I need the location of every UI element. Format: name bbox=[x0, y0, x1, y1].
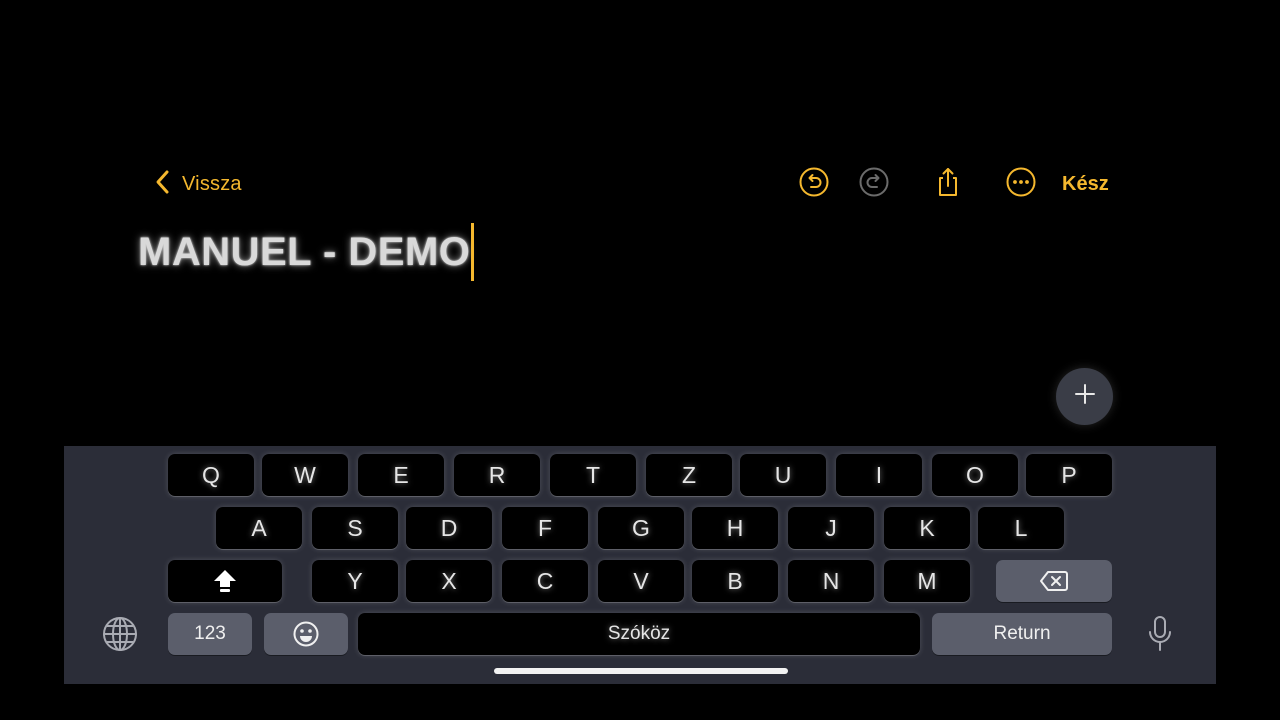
note-title: MANUEL - DEMO bbox=[138, 229, 471, 274]
key-k[interactable]: K bbox=[884, 507, 970, 549]
microphone-icon bbox=[1146, 615, 1174, 658]
undo-button[interactable] bbox=[798, 166, 830, 203]
undo-icon bbox=[798, 166, 830, 203]
more-icon bbox=[1005, 166, 1037, 203]
key-s[interactable]: S bbox=[312, 507, 398, 549]
shift-key[interactable] bbox=[168, 560, 282, 602]
key-a[interactable]: A bbox=[216, 507, 302, 549]
key-i[interactable]: I bbox=[836, 454, 922, 496]
key-b[interactable]: B bbox=[692, 560, 778, 602]
done-button[interactable]: Kész bbox=[1062, 168, 1109, 200]
back-label: Vissza bbox=[182, 172, 242, 195]
note-title-field[interactable]: MANUEL - DEMO bbox=[138, 222, 475, 282]
dictation-button[interactable] bbox=[1140, 614, 1180, 658]
key-f[interactable]: F bbox=[502, 507, 588, 549]
key-m[interactable]: M bbox=[884, 560, 970, 602]
globe-button[interactable] bbox=[98, 614, 142, 658]
return-key[interactable]: Return bbox=[932, 613, 1112, 655]
key-g[interactable]: G bbox=[598, 507, 684, 549]
key-v[interactable]: V bbox=[598, 560, 684, 602]
key-q[interactable]: Q bbox=[168, 454, 254, 496]
key-z[interactable]: Z bbox=[646, 454, 732, 496]
key-j[interactable]: J bbox=[788, 507, 874, 549]
share-button[interactable] bbox=[932, 166, 964, 203]
key-y[interactable]: Y bbox=[312, 560, 398, 602]
emoji-key[interactable] bbox=[264, 613, 348, 655]
key-x[interactable]: X bbox=[406, 560, 492, 602]
plus-icon bbox=[1073, 382, 1097, 411]
shift-icon bbox=[211, 567, 239, 595]
text-caret bbox=[471, 223, 475, 281]
notes-editor-screen: Vissza Kész MANUEL - DEMO Q W E R T Z U … bbox=[0, 0, 1280, 720]
key-c[interactable]: C bbox=[502, 560, 588, 602]
add-attachment-button[interactable] bbox=[1056, 368, 1113, 425]
onscreen-keyboard: Q W E R T Z U I O P A S D F G H J K L Y … bbox=[64, 446, 1216, 684]
key-r[interactable]: R bbox=[454, 454, 540, 496]
home-indicator[interactable] bbox=[494, 668, 788, 674]
key-n[interactable]: N bbox=[788, 560, 874, 602]
key-w[interactable]: W bbox=[262, 454, 348, 496]
key-t[interactable]: T bbox=[550, 454, 636, 496]
space-key[interactable]: Szóköz bbox=[358, 613, 920, 655]
backspace-icon bbox=[1039, 569, 1069, 593]
key-d[interactable]: D bbox=[406, 507, 492, 549]
backspace-key[interactable] bbox=[996, 560, 1112, 602]
redo-button[interactable] bbox=[858, 166, 890, 203]
globe-icon bbox=[102, 616, 138, 657]
back-button[interactable]: Vissza bbox=[152, 168, 242, 200]
key-o[interactable]: O bbox=[932, 454, 1018, 496]
redo-icon bbox=[858, 166, 890, 203]
key-u[interactable]: U bbox=[740, 454, 826, 496]
share-icon bbox=[932, 166, 964, 203]
more-button[interactable] bbox=[1005, 166, 1037, 203]
numbers-key[interactable]: 123 bbox=[168, 613, 252, 655]
chevron-left-icon bbox=[152, 168, 174, 201]
emoji-icon bbox=[292, 620, 320, 648]
key-h[interactable]: H bbox=[692, 507, 778, 549]
key-p[interactable]: P bbox=[1026, 454, 1112, 496]
key-e[interactable]: E bbox=[358, 454, 444, 496]
key-l[interactable]: L bbox=[978, 507, 1064, 549]
